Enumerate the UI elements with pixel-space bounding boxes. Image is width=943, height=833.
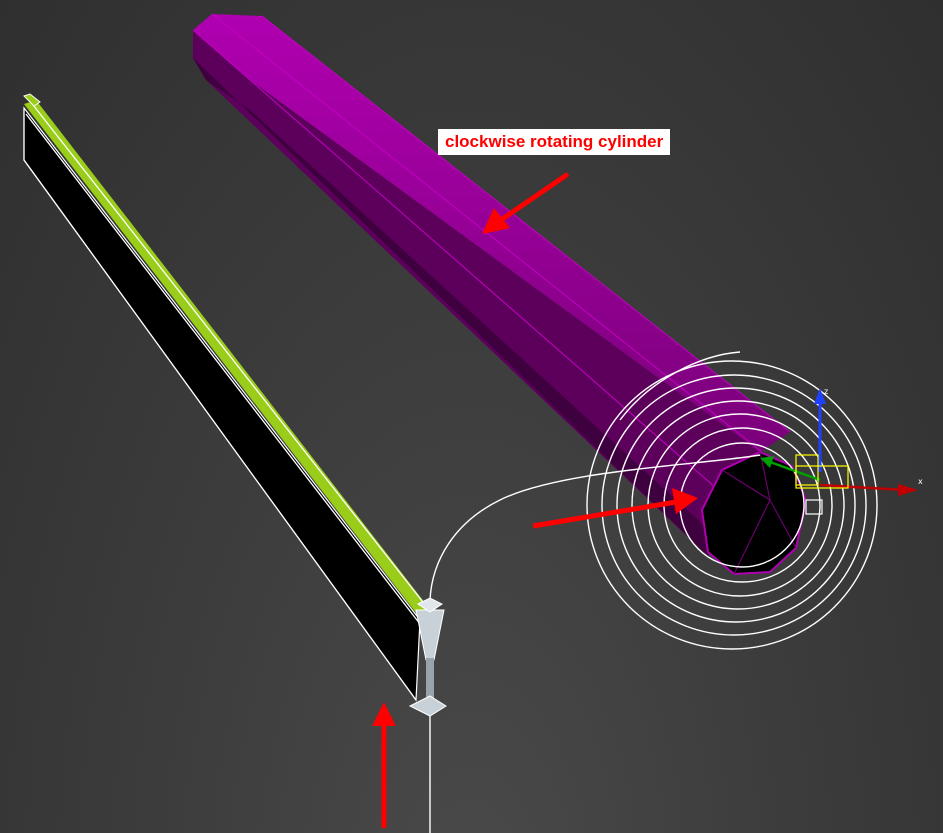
gizmo-z-label: z xyxy=(824,387,828,396)
guide-shaft xyxy=(426,658,434,698)
arrow-to-spiral-shaft xyxy=(532,499,677,529)
guide-upper-funnel xyxy=(415,609,445,661)
3d-viewport[interactable]: z x clockwise rotating cylinder xyxy=(0,0,943,833)
cylinder-top-face xyxy=(193,14,790,452)
arrow-to-cylinder-shaft xyxy=(496,171,570,225)
scene-canvas[interactable]: z x xyxy=(0,0,943,833)
gizmo-x-arrowhead xyxy=(898,484,918,496)
arrow-up-head xyxy=(372,702,396,726)
gizmo-x-label: x xyxy=(918,477,923,486)
annotation-label: clockwise rotating cylinder xyxy=(438,129,671,155)
